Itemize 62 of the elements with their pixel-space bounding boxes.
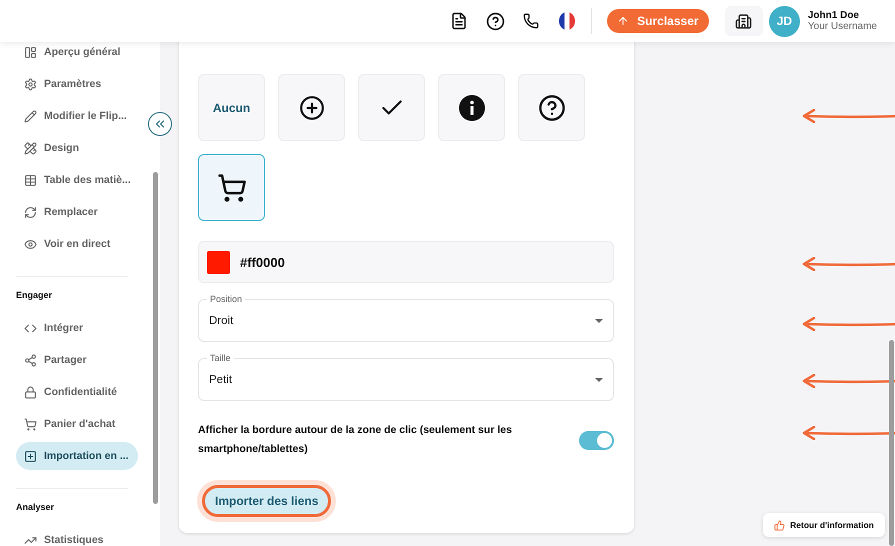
user-username: Your Username: [808, 21, 877, 32]
arrow-icon: [802, 109, 895, 123]
arrow-icon: [802, 317, 895, 331]
arrow-icon: [802, 257, 895, 271]
sidebar-item[interactable]: Table des matiè...: [16, 166, 138, 194]
arrow-up-icon: [617, 15, 630, 27]
sidebar-item[interactable]: Modifier le Flip...: [16, 102, 138, 130]
arrow-icon: [802, 426, 895, 440]
gear-icon: [24, 78, 37, 90]
sidebar-item[interactable]: Importation en ...: [16, 442, 138, 470]
info-icon: [458, 94, 484, 120]
select-value: Petit: [209, 374, 232, 386]
select-label: Position: [207, 294, 246, 304]
collapse-button[interactable]: [148, 112, 172, 136]
sidebar-item[interactable]: Voir en direct: [16, 230, 138, 258]
eye-icon: [24, 238, 37, 250]
lock-icon: [24, 386, 37, 398]
select-label: Taille: [207, 353, 234, 363]
plus-square-icon: [24, 450, 37, 462]
building-icon: [735, 12, 752, 30]
color-field[interactable]: #ff0000: [198, 241, 614, 283]
pencil-icon: [24, 110, 37, 122]
help-icon: [538, 94, 566, 122]
phone-icon[interactable]: [522, 13, 539, 29]
user-name: John1 Doe: [808, 10, 860, 21]
caret-icon: [595, 318, 603, 322]
cart-icon: [216, 172, 246, 202]
caret-icon: [595, 378, 603, 382]
sidebar-section-title: Engager: [16, 289, 54, 302]
sidebar-item[interactable]: Panier d'achat: [16, 410, 138, 438]
sidebar-item[interactable]: Confidentialité: [16, 378, 138, 406]
layout-icon: [24, 46, 37, 58]
sidebar-item[interactable]: Paramètres: [16, 70, 138, 98]
share-icon: [24, 354, 37, 366]
table-icon: [24, 174, 37, 186]
feedback-button[interactable]: Retour d'information: [763, 513, 885, 537]
toggle-switch[interactable]: [579, 430, 614, 450]
refresh-icon: [24, 206, 37, 218]
plus-circle-icon: [298, 94, 324, 120]
thumbs-up-icon: [774, 520, 786, 530]
toggle-label: Afficher la bordure autour de la zone de clic (seulement sur les smartphone/tablettes): [198, 423, 513, 457]
sidebar-section-title: Analyser: [16, 501, 56, 514]
ruler-pencil-icon: [24, 142, 37, 154]
sidebar-item[interactable]: Aperçu général: [16, 38, 138, 66]
select-value: Droit: [209, 314, 234, 326]
icon-option[interactable]: Aucun: [198, 74, 265, 141]
document-icon[interactable]: [450, 12, 468, 30]
organization-button[interactable]: [724, 6, 763, 36]
sidebar-item[interactable]: Statistiques: [16, 526, 138, 546]
upgrade-button[interactable]: Surclasser: [606, 9, 709, 33]
scrollbar[interactable]: [153, 172, 158, 504]
sidebar-item[interactable]: Remplacer: [16, 198, 138, 226]
scrollbar[interactable]: [889, 340, 894, 546]
code-icon: [24, 322, 37, 334]
help-icon[interactable]: [486, 12, 505, 30]
cart-icon: [24, 418, 37, 430]
icon-option[interactable]: [198, 154, 265, 221]
sidebar-item[interactable]: Design: [16, 134, 138, 162]
sidebar-item[interactable]: Partager: [16, 346, 138, 374]
arrow-icon: [802, 374, 895, 388]
sidebar-item[interactable]: Intégrer: [16, 314, 138, 342]
color-value: #ff0000: [240, 254, 285, 270]
